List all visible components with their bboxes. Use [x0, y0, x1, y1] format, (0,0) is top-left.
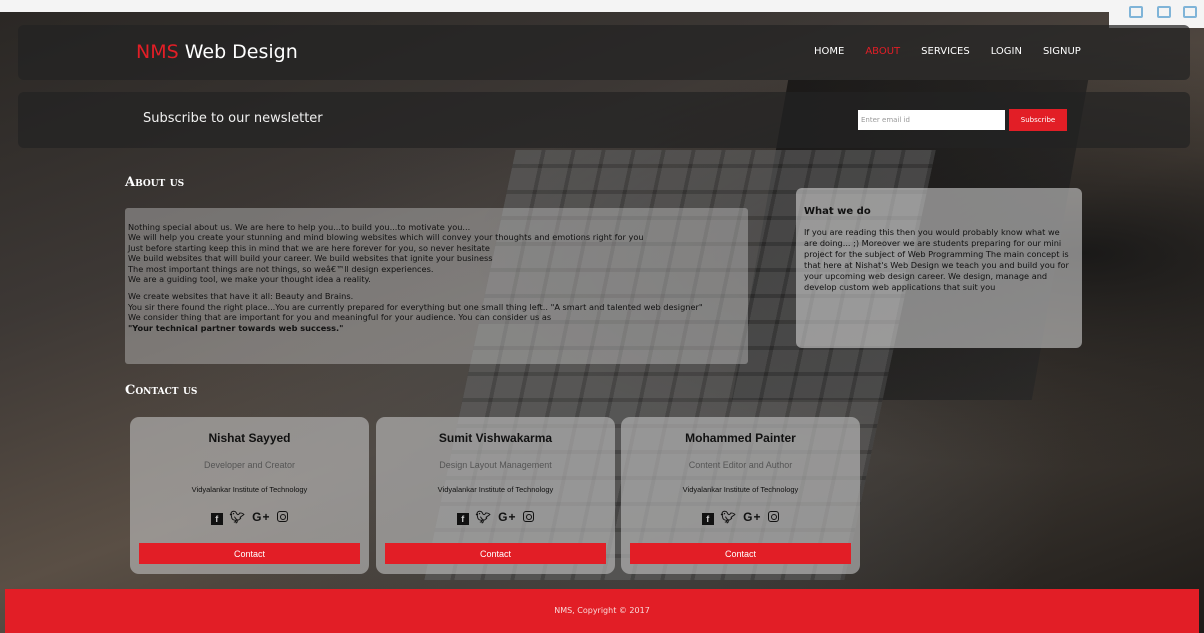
google-plus-icon[interactable]: G+	[498, 510, 516, 524]
contact-button[interactable]: Contact	[630, 543, 851, 564]
about-paragraph-2: We create websites that have it all: Bea…	[128, 291, 745, 333]
about-line: Nothing special about us. We are here to…	[128, 222, 471, 232]
social-icons: f 🐦︎ G+	[621, 510, 860, 525]
about-line: We build websites that will build your c…	[128, 253, 493, 264]
what-we-do-title: What we do	[804, 206, 871, 217]
brand-name: Web Design	[178, 41, 298, 63]
google-plus-icon[interactable]: G+	[743, 510, 761, 524]
nav-login[interactable]: LOGIN	[991, 46, 1022, 57]
newsletter-bar: Subscribe to our newsletter Subscribe	[18, 92, 1190, 148]
contact-role: Developer and Creator	[203, 460, 296, 470]
newsletter-email-input[interactable]	[858, 110, 1005, 130]
subscribe-button[interactable]: Subscribe	[1009, 109, 1067, 131]
brand-logo[interactable]: NMS Web Design	[136, 41, 298, 63]
about-paragraph-1: Nothing special about us. We are here to…	[128, 222, 745, 284]
about-line: The most important things are not things…	[128, 263, 434, 274]
contact-card: Sumit Vishwakarma Design Layout Manageme…	[376, 417, 615, 574]
about-tagline: "Your technical partner towards web succ…	[128, 322, 344, 333]
about-heading: About us	[125, 175, 185, 190]
contact-role: Content Editor and Author	[688, 460, 793, 470]
instagram-icon[interactable]	[522, 511, 534, 522]
contact-name: Nishat Sayyed	[208, 431, 291, 445]
system-tray	[1109, 0, 1204, 28]
contact-institute: Vidyalankar Institute of Technology	[682, 485, 799, 494]
tray-icon[interactable]	[1183, 6, 1197, 18]
nav-services[interactable]: SERVICES	[921, 46, 970, 57]
contact-button[interactable]: Contact	[139, 543, 360, 564]
nav-about[interactable]: ABOUT	[865, 46, 900, 57]
twitter-icon[interactable]: 🐦︎	[230, 510, 246, 524]
about-box: Nothing special about us. We are here to…	[125, 208, 748, 364]
social-icons: f 🐦︎ G+	[130, 510, 369, 525]
contact-card: Nishat Sayyed Developer and Creator Vidy…	[130, 417, 369, 574]
tray-icon[interactable]	[1129, 6, 1143, 18]
facebook-icon[interactable]: f	[702, 513, 715, 525]
google-plus-icon[interactable]: G+	[252, 510, 270, 524]
social-icons: f 🐦︎ G+	[376, 510, 615, 525]
nav-signup[interactable]: SIGNUP	[1043, 46, 1081, 57]
about-line: We consider thing that are important for…	[128, 312, 552, 323]
contact-button[interactable]: Contact	[385, 543, 606, 564]
facebook-icon[interactable]: f	[457, 513, 470, 525]
twitter-icon[interactable]: 🐦︎	[721, 510, 737, 524]
facebook-icon[interactable]: f	[211, 513, 224, 525]
contact-heading: Contact us	[125, 383, 198, 398]
tray-icon[interactable]	[1157, 6, 1171, 18]
newsletter-title: Subscribe to our newsletter	[143, 111, 323, 126]
about-line: Just before starting keep this in mind t…	[128, 242, 490, 253]
about-line: We are a guiding tool, we make your thou…	[128, 274, 371, 285]
footer-copyright: NMS, Copyright © 2017	[554, 606, 650, 615]
contact-card: Mohammed Painter Content Editor and Auth…	[621, 417, 860, 574]
what-we-do-text: If you are reading this then you would p…	[804, 227, 1069, 292]
contact-name: Mohammed Painter	[685, 431, 796, 445]
contact-institute: Vidyalankar Institute of Technology	[191, 485, 308, 494]
instagram-icon[interactable]	[276, 511, 288, 522]
main-nav: HOME ABOUT SERVICES LOGIN SIGNUP	[814, 46, 1102, 57]
what-we-do-panel: What we do If you are reading this then …	[796, 188, 1082, 348]
contact-institute: Vidyalankar Institute of Technology	[437, 485, 554, 494]
nav-home[interactable]: HOME	[814, 46, 844, 57]
about-line: We will help you create your stunning an…	[128, 232, 644, 243]
contact-role: Design Layout Management	[439, 460, 552, 470]
about-line: You sir there found the right place...Yo…	[128, 301, 703, 312]
contact-name: Sumit Vishwakarma	[438, 431, 553, 445]
top-edge	[0, 0, 1204, 12]
about-line: We create websites that have it all: Bea…	[128, 291, 354, 302]
brand-accent: NMS	[136, 41, 179, 63]
navbar: NMS Web Design HOME ABOUT SERVICES LOGIN…	[18, 25, 1190, 80]
instagram-icon[interactable]	[767, 511, 779, 522]
footer: NMS, Copyright © 2017	[5, 589, 1199, 633]
twitter-icon[interactable]: 🐦︎	[476, 510, 492, 524]
